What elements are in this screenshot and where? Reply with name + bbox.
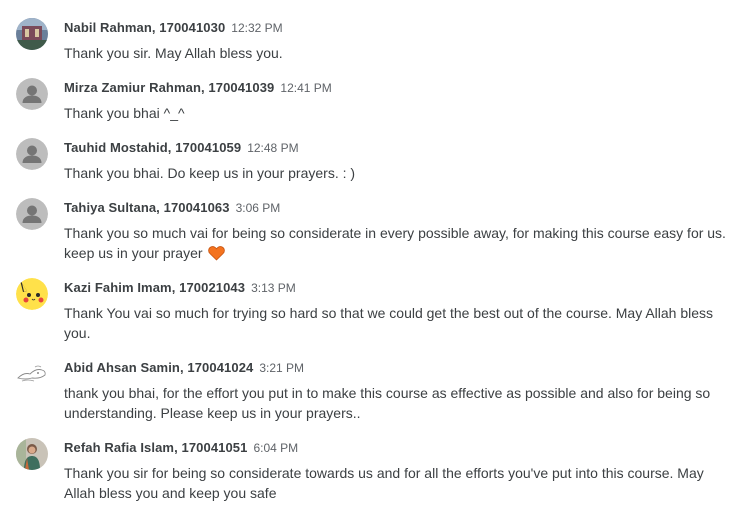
avatar[interactable] xyxy=(16,438,48,470)
comment-time: 12:48 PM xyxy=(247,141,299,155)
photo-avatar-landscape-icon xyxy=(16,18,48,50)
avatar[interactable] xyxy=(16,278,48,310)
comment-time: 3:21 PM xyxy=(259,361,305,375)
orange-heart-icon xyxy=(208,245,226,266)
comment-text: Thank you bhai ^_^ xyxy=(64,105,185,121)
comment-author: Tauhid Mostahid, 170041059 xyxy=(64,140,242,155)
default-person-avatar-icon xyxy=(16,198,48,230)
comment-author: Refah Rafia Islam, 170041051 xyxy=(64,440,248,455)
pikachu-avatar-icon xyxy=(16,278,48,310)
avatar[interactable] xyxy=(16,358,48,390)
comment-text-content: Thank you so much vai for being so consi… xyxy=(64,225,726,261)
comment-list: Nabil Rahman, 170041030 12:32 PM Thank yo… xyxy=(0,0,742,511)
comment-time: 3:06 PM xyxy=(235,201,281,215)
avatar[interactable] xyxy=(16,138,48,170)
comment-text: Thank you so much vai for being so consi… xyxy=(64,223,732,266)
comment-text: Thank you sir for being so considerate t… xyxy=(64,465,704,501)
comment-author: Kazi Fahim Imam, 170021043 xyxy=(64,280,246,295)
comment-time: 12:41 PM xyxy=(280,81,332,95)
comment-time: 12:32 PM xyxy=(231,21,283,35)
sketch-avatar-icon xyxy=(16,358,48,390)
default-person-avatar-icon xyxy=(16,78,48,110)
avatar[interactable] xyxy=(16,78,48,110)
comment-text: Thank You vai so much for trying so hard… xyxy=(64,305,714,341)
comment-text: Thank you sir. May Allah bless you. xyxy=(64,45,283,61)
comment-text: thank you bhai, for the effort you put i… xyxy=(64,385,711,421)
comment-author: Nabil Rahman, 170041030 xyxy=(64,20,226,35)
comment-text: Thank you bhai. Do keep us in your praye… xyxy=(64,165,356,181)
comment-author: Mirza Zamiur Rahman, 170041039 xyxy=(64,80,275,95)
comment-author: Tahiya Sultana, 170041063 xyxy=(64,200,230,215)
photo-avatar-person-icon xyxy=(16,438,48,470)
avatar[interactable] xyxy=(16,18,48,50)
avatar[interactable] xyxy=(16,198,48,230)
comment-author: Abid Ahsan Samin, 170041024 xyxy=(64,360,254,375)
comment-time: 3:13 PM xyxy=(251,281,296,295)
comment-time: 6:04 PM xyxy=(253,441,299,455)
default-person-avatar-icon xyxy=(16,138,48,170)
